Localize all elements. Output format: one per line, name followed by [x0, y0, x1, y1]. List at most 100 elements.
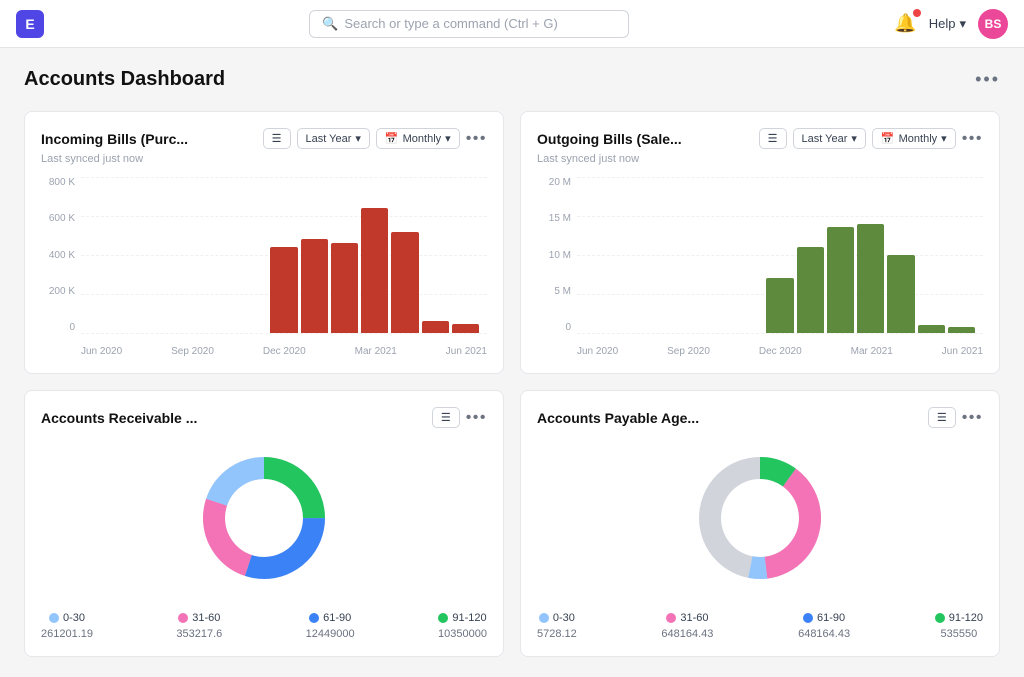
incoming-bills-card: Incoming Bills (Purc... ☰ Last Year ▾ 📅 … — [24, 111, 504, 374]
payable-controls: ☰ ••• — [928, 407, 983, 428]
receivable-card: Accounts Receivable ... ☰ ••• — [24, 390, 504, 657]
payable-legend-item-31-60: 31-60 648164.43 — [661, 612, 713, 640]
bar — [331, 243, 358, 333]
bar — [948, 327, 975, 333]
nav-left: E — [16, 10, 44, 38]
page-title: Accounts Dashboard — [24, 68, 225, 91]
help-button[interactable]: Help ▾ — [929, 16, 966, 32]
payable-legend-item-91-120: 91-120 535550 — [935, 612, 983, 640]
outgoing-bills-title: Outgoing Bills (Sale... — [537, 131, 682, 147]
payable-legend-item-0-30: 0-30 5728.12 — [537, 612, 577, 640]
receivable-legend: 0-30 261201.19 31-60 353217.6 61-90 — [41, 604, 487, 640]
search-icon: 🔍 — [322, 16, 338, 32]
payable-filter-btn[interactable]: ☰ — [928, 407, 956, 428]
receivable-donut-chart — [194, 448, 334, 588]
legend-item-31-60: 31-60 353217.6 — [176, 612, 222, 640]
incoming-y-axis: 800 K 600 K 400 K 200 K 0 — [41, 177, 81, 333]
payable-title: Accounts Payable Age... — [537, 410, 699, 426]
incoming-last-year-label: Last Year — [306, 133, 352, 145]
outgoing-monthly-btn[interactable]: 📅 Monthly ▾ — [872, 128, 956, 149]
incoming-bills-controls: ☰ Last Year ▾ 📅 Monthly ▾ ••• — [263, 128, 487, 149]
incoming-x-axis: Jun 2020 Sep 2020 Dec 2020 Mar 2021 Jun … — [81, 346, 487, 357]
payable-legend-dot-91-120 — [935, 613, 945, 623]
top-navigation: E 🔍 Search or type a command (Ctrl + G) … — [0, 0, 1024, 48]
bar — [918, 325, 945, 333]
bar — [452, 324, 479, 333]
outgoing-filter-icon-btn[interactable]: ☰ — [759, 128, 787, 149]
payable-legend-dot-0-30 — [539, 613, 549, 623]
app-logo: E — [16, 10, 44, 38]
bar — [301, 239, 328, 333]
legend-item-61-90: 61-90 12449000 — [306, 612, 355, 640]
page-content: Accounts Dashboard ••• Incoming Bills (P… — [0, 48, 1024, 677]
payable-legend-dot-61-90 — [803, 613, 813, 623]
filter-icon: ☰ — [272, 132, 282, 145]
outgoing-chart-area — [577, 177, 983, 333]
bar — [827, 227, 854, 333]
bar — [857, 224, 884, 333]
page-more-button[interactable]: ••• — [975, 69, 1000, 90]
payable-more-btn[interactable]: ••• — [962, 409, 983, 427]
chevron-down-icon: ▾ — [851, 132, 857, 145]
outgoing-bills-controls: ☰ Last Year ▾ 📅 Monthly ▾ ••• — [759, 128, 983, 149]
outgoing-more-btn[interactable]: ••• — [962, 130, 983, 148]
chevron-down-icon: ▾ — [959, 16, 966, 32]
incoming-more-btn[interactable]: ••• — [466, 130, 487, 148]
receivable-more-btn[interactable]: ••• — [466, 409, 487, 427]
incoming-bills-header: Incoming Bills (Purc... ☰ Last Year ▾ 📅 … — [41, 128, 487, 149]
notification-badge — [913, 9, 921, 17]
payable-header: Accounts Payable Age... ☰ ••• — [537, 407, 983, 428]
bar — [766, 278, 793, 333]
search-bar[interactable]: 🔍 Search or type a command (Ctrl + G) — [309, 10, 629, 38]
outgoing-last-year-btn[interactable]: Last Year ▾ — [793, 128, 866, 149]
legend-dot-31-60 — [178, 613, 188, 623]
incoming-last-year-btn[interactable]: Last Year ▾ — [297, 128, 370, 149]
nav-center: 🔍 Search or type a command (Ctrl + G) — [44, 10, 894, 38]
outgoing-monthly-label: Monthly — [899, 133, 938, 145]
legend-dot-91-120 — [438, 613, 448, 623]
outgoing-last-year-label: Last Year — [802, 133, 848, 145]
payable-donut-chart — [690, 448, 830, 588]
chevron-down-icon: ▾ — [355, 132, 361, 145]
bell-icon: 🔔 — [894, 13, 916, 33]
filter-icon: ☰ — [768, 132, 778, 145]
calendar-icon: 📅 — [881, 132, 895, 145]
bar — [270, 247, 297, 333]
outgoing-subtitle: Last synced just now — [537, 153, 983, 165]
filter-icon: ☰ — [441, 411, 451, 424]
bar — [391, 232, 418, 333]
legend-item-0-30: 0-30 261201.19 — [41, 612, 93, 640]
receivable-donut-container — [41, 432, 487, 604]
search-placeholder: Search or type a command (Ctrl + G) — [344, 16, 558, 31]
incoming-monthly-btn[interactable]: 📅 Monthly ▾ — [376, 128, 460, 149]
outgoing-bills-header: Outgoing Bills (Sale... ☰ Last Year ▾ 📅 … — [537, 128, 983, 149]
receivable-filter-btn[interactable]: ☰ — [432, 407, 460, 428]
bar — [361, 208, 388, 333]
payable-legend-item-61-90: 61-90 648164.43 — [798, 612, 850, 640]
incoming-filter-icon-btn[interactable]: ☰ — [263, 128, 291, 149]
outgoing-y-axis: 20 M 15 M 10 M 5 M 0 — [537, 177, 577, 333]
legend-item-91-120: 91-120 10350000 — [438, 612, 487, 640]
avatar[interactable]: BS — [978, 9, 1008, 39]
dashboard-grid: Incoming Bills (Purc... ☰ Last Year ▾ 📅 … — [24, 111, 1000, 657]
incoming-bills-title: Incoming Bills (Purc... — [41, 131, 188, 147]
receivable-header: Accounts Receivable ... ☰ ••• — [41, 407, 487, 428]
incoming-subtitle: Last synced just now — [41, 153, 487, 165]
bar — [797, 247, 824, 333]
incoming-chart-area — [81, 177, 487, 333]
outgoing-bar-chart: 20 M 15 M 10 M 5 M 0 — [537, 177, 983, 357]
bar — [887, 255, 914, 333]
bell-button[interactable]: 🔔 — [894, 13, 916, 34]
incoming-monthly-label: Monthly — [403, 133, 442, 145]
payable-donut-container — [537, 432, 983, 604]
filter-icon: ☰ — [937, 411, 947, 424]
page-header: Accounts Dashboard ••• — [24, 68, 1000, 91]
calendar-icon: 📅 — [385, 132, 399, 145]
incoming-bar-chart: 800 K 600 K 400 K 200 K 0 — [41, 177, 487, 357]
incoming-bars — [81, 177, 487, 333]
payable-card: Accounts Payable Age... ☰ ••• — [520, 390, 1000, 657]
legend-dot-61-90 — [309, 613, 319, 623]
outgoing-x-axis: Jun 2020 Sep 2020 Dec 2020 Mar 2021 Jun … — [577, 346, 983, 357]
payable-legend: 0-30 5728.12 31-60 648164.43 61-90 — [537, 604, 983, 640]
receivable-title: Accounts Receivable ... — [41, 410, 197, 426]
